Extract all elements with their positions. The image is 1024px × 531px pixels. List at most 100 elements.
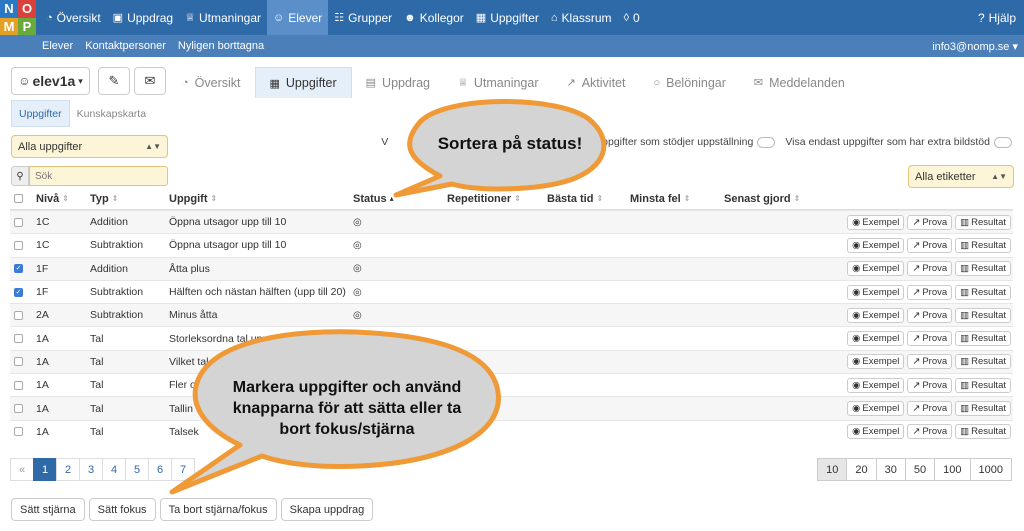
try-button[interactable]: ↗ Prova: [907, 377, 953, 393]
task-filter-select[interactable]: Alla uppgifter ▲▼: [11, 135, 168, 158]
table-row[interactable]: 1A Tal Vilket tal är lä ◉ Exempel ↗ Prova ▥ Resu…: [10, 349, 1013, 374]
table-row[interactable]: 1A Tal Talsek ◉ Exempel ↗ Prova ▥ Resultat: [10, 419, 1013, 443]
subtab-uppgifter[interactable]: Uppgifter: [11, 100, 70, 127]
result-button[interactable]: ▥ Resultat: [955, 401, 1011, 417]
row-checkbox[interactable]: [14, 380, 23, 390]
pagination-page[interactable]: 4: [102, 458, 126, 481]
toggle-uppstallning[interactable]: [757, 136, 776, 148]
example-button[interactable]: ◉ Exempel: [847, 424, 905, 440]
try-button[interactable]: ↗ Prova: [907, 237, 953, 253]
user-menu[interactable]: info3@nomp.se ▾: [932, 40, 1018, 53]
example-button[interactable]: ◉ Exempel: [847, 331, 905, 347]
col-typ[interactable]: Typ ⇕: [90, 188, 118, 209]
subtab-kunskapskarta[interactable]: Kunskapskarta: [70, 100, 153, 127]
subnav-nyligen-borttagna[interactable]: Nyligen borttagna: [172, 40, 270, 52]
nav-oversikt[interactable]: ◔ Översikt: [40, 0, 107, 35]
tab-uppgifter[interactable]: ▦ Uppgifter: [254, 67, 352, 98]
table-row[interactable]: 1A Tal Fler oc ◉ Exempel ↗ Prova ▥ Resultat: [10, 373, 1013, 396]
pagination-page[interactable]: 2: [56, 458, 80, 481]
table-row[interactable]: ✓ 1F Addition Åtta plus ◎ ◉ Exempel ↗ Prova ▥ Resu…: [10, 256, 1013, 280]
result-button[interactable]: ▥ Resultat: [955, 354, 1011, 370]
page-size-option[interactable]: 50: [904, 458, 936, 481]
row-checkbox[interactable]: [14, 404, 23, 414]
example-button[interactable]: ◉ Exempel: [847, 307, 905, 323]
tab-aktivitet[interactable]: ↗ Aktivitet: [553, 67, 640, 98]
try-button[interactable]: ↗ Prova: [907, 331, 953, 347]
tab-meddelanden[interactable]: ✉ Meddelanden: [740, 67, 859, 98]
row-checkbox[interactable]: [14, 334, 23, 344]
table-row[interactable]: 1A Tal Storleksordna tal upp till 10 ◉ Exemp…: [10, 326, 1013, 349]
result-button[interactable]: ▥ Resultat: [955, 261, 1011, 277]
subnav-kontaktpersoner[interactable]: Kontaktpersoner: [79, 40, 172, 52]
table-row[interactable]: 1C Addition Öppna utsagor upp till 10 ◎ ◉ Exe…: [10, 210, 1013, 234]
pagination-page[interactable]: 6: [148, 458, 172, 481]
pagination-prev[interactable]: «: [10, 458, 34, 481]
set-focus-button[interactable]: Sätt fokus: [88, 498, 156, 521]
row-checkbox[interactable]: [14, 357, 23, 367]
result-button[interactable]: ▥ Resultat: [955, 307, 1011, 323]
col-uppgift[interactable]: Uppgift ⇕: [169, 188, 217, 209]
col-minsta-fel[interactable]: Minsta fel ⇕: [630, 188, 690, 209]
result-button[interactable]: ▥ Resultat: [955, 424, 1011, 440]
try-button[interactable]: ↗ Prova: [907, 354, 953, 370]
row-checkbox[interactable]: [14, 240, 23, 250]
page-size-option[interactable]: 10: [817, 458, 848, 481]
col-basta-tid[interactable]: Bästa tid ⇕: [547, 188, 603, 209]
nav-elever[interactable]: ☺ Elever: [267, 0, 329, 35]
row-checkbox[interactable]: [14, 217, 23, 227]
table-row[interactable]: 1C Subtraktion Öppna utsagor upp till 10 ◎ ◉…: [10, 233, 1013, 256]
page-size-option[interactable]: 100: [934, 458, 971, 481]
toggle-bildstod[interactable]: [994, 136, 1012, 148]
result-button[interactable]: ▥ Resultat: [955, 331, 1011, 347]
message-student-button[interactable]: ✉: [134, 67, 166, 95]
result-button[interactable]: ▥ Resultat: [955, 377, 1011, 393]
pagination-page[interactable]: 3: [79, 458, 103, 481]
page-size-option[interactable]: 30: [875, 458, 906, 481]
row-checkbox[interactable]: [14, 310, 23, 320]
nav-grupper[interactable]: ☷ Grupper: [328, 0, 398, 35]
nav-kollegor[interactable]: ☻ Kollegor: [398, 0, 470, 35]
pagination-page[interactable]: 1: [33, 458, 57, 481]
example-button[interactable]: ◉ Exempel: [847, 354, 905, 370]
table-row[interactable]: 1A Tal Tallin ◉ Exempel ↗ Prova ▥ Resultat: [10, 396, 1013, 420]
search-input[interactable]: [29, 166, 168, 186]
subnav-elever[interactable]: Elever: [36, 40, 79, 52]
try-button[interactable]: ↗ Prova: [907, 214, 953, 230]
try-button[interactable]: ↗ Prova: [907, 424, 953, 440]
pagination-page[interactable]: 5: [125, 458, 149, 481]
try-button[interactable]: ↗ Prova: [907, 284, 953, 300]
col-status[interactable]: Status ▴: [353, 188, 394, 209]
tab-uppdrag[interactable]: ▤ Uppdrag: [352, 67, 444, 98]
try-button[interactable]: ↗ Prova: [907, 307, 953, 323]
table-row[interactable]: 2A Subtraktion Minus åtta ◎ ◉ Exempel ↗ Prova ▥ R…: [10, 303, 1013, 327]
col-repetitioner[interactable]: Repetitioner ⇕: [447, 188, 521, 209]
row-checkbox[interactable]: [14, 427, 23, 437]
nav-utmaningar[interactable]: ♕ Utmaningar: [179, 0, 267, 35]
nav-uppdrag[interactable]: ▣ Uppdrag: [107, 0, 179, 35]
help-link[interactable]: ? Hjälp: [978, 0, 1016, 35]
example-button[interactable]: ◉ Exempel: [847, 214, 905, 230]
nomp-logo[interactable]: N O M P: [0, 0, 36, 35]
example-button[interactable]: ◉ Exempel: [847, 261, 905, 277]
row-checkbox[interactable]: ✓: [14, 287, 23, 297]
tab-oversikt[interactable]: ◔ Översikt: [168, 67, 255, 98]
result-button[interactable]: ▥ Resultat: [955, 284, 1011, 300]
tab-beloningar[interactable]: ○ Belöningar: [639, 67, 739, 98]
select-all-checkbox[interactable]: [14, 194, 23, 203]
nav-notifications[interactable]: ◊ 0: [618, 0, 646, 35]
example-button[interactable]: ◉ Exempel: [847, 377, 905, 393]
create-assignment-button[interactable]: Skapa uppdrag: [280, 498, 374, 521]
tags-select[interactable]: Alla etiketter ▲▼: [908, 165, 1014, 188]
try-button[interactable]: ↗ Prova: [907, 401, 953, 417]
col-niva[interactable]: Nivå ⇕: [36, 188, 69, 209]
result-button[interactable]: ▥ Resultat: [955, 214, 1011, 230]
tab-utmaningar[interactable]: ♕ Utmaningar: [444, 67, 553, 98]
set-star-button[interactable]: Sätt stjärna: [11, 498, 85, 521]
example-button[interactable]: ◉ Exempel: [847, 284, 905, 300]
nav-klassrum[interactable]: ⌂ Klassrum: [545, 0, 618, 35]
example-button[interactable]: ◉ Exempel: [847, 237, 905, 253]
nav-uppgifter[interactable]: ▦ Uppgifter: [470, 0, 545, 35]
pagination-page[interactable]: 7: [171, 458, 195, 481]
page-size-option[interactable]: 20: [846, 458, 877, 481]
col-senast-gjord[interactable]: Senast gjord ⇕: [724, 188, 800, 209]
